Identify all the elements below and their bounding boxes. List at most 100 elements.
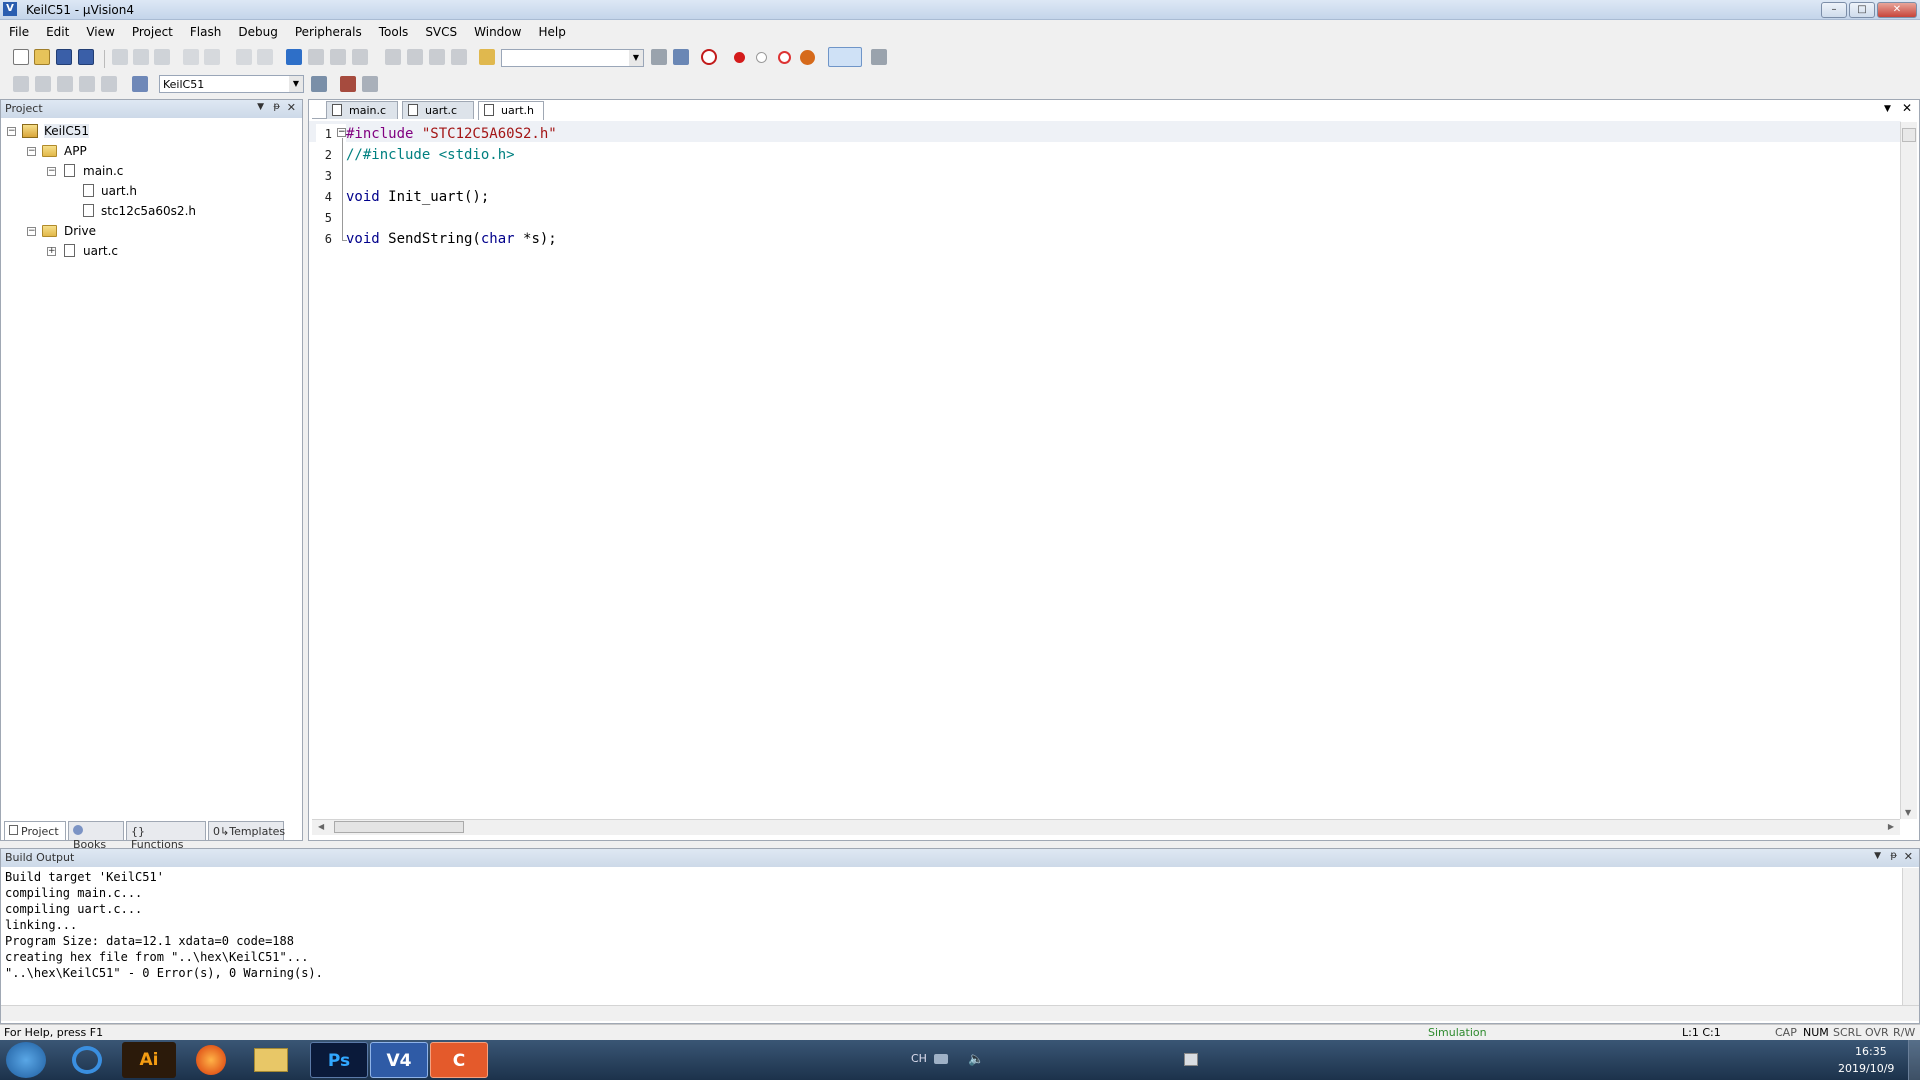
output-horizontal-scrollbar[interactable] — [1, 1005, 1919, 1021]
tab-project[interactable]: Project — [4, 821, 66, 841]
manage-components-icon[interactable] — [340, 76, 356, 92]
close-button[interactable]: ✕ — [1877, 2, 1917, 18]
input-language[interactable]: CH — [911, 1052, 927, 1065]
bookmark-prev-icon[interactable] — [308, 49, 324, 65]
code-line[interactable]: #include "STC12C5A60S2.h" — [346, 126, 557, 142]
fold-icon[interactable]: − — [337, 128, 346, 137]
keyboard-icon[interactable] — [934, 1054, 948, 1064]
scroll-down-icon[interactable]: ▼ — [1905, 808, 1911, 817]
scroll-left-icon[interactable]: ◀ — [318, 822, 324, 831]
close-icon[interactable]: ✕ — [287, 101, 296, 114]
firefox-icon[interactable] — [196, 1045, 226, 1075]
build-icon[interactable] — [35, 76, 51, 92]
maximize-button[interactable]: □ — [1849, 2, 1875, 18]
copy-icon[interactable] — [133, 49, 149, 65]
pane-menu-icon[interactable]: ▼ — [257, 102, 264, 112]
collapse-icon[interactable]: − — [7, 127, 16, 136]
code-line[interactable]: void SendString(char *s); — [346, 231, 557, 247]
menu-tools[interactable]: Tools — [370, 22, 417, 39]
bookmark-icon[interactable] — [286, 49, 302, 65]
menu-svcs[interactable]: SVCS — [416, 22, 465, 39]
pane-menu-icon[interactable]: ▼ — [1874, 851, 1881, 861]
rebuild-icon[interactable] — [57, 76, 73, 92]
bookmark-next-icon[interactable] — [330, 49, 346, 65]
select-packs-icon[interactable] — [362, 76, 378, 92]
file-explorer-icon[interactable] — [254, 1048, 288, 1072]
pin-icon[interactable]: ᵽ — [273, 101, 280, 112]
menu-window[interactable]: Window — [465, 22, 529, 39]
uncomment-icon[interactable] — [451, 49, 467, 65]
incremental-find-icon[interactable] — [673, 49, 689, 65]
illustrator-app-button[interactable]: Ai — [122, 1042, 176, 1078]
close-icon[interactable]: ✕ — [1904, 850, 1913, 863]
output-vertical-scrollbar[interactable] — [1902, 868, 1919, 1005]
tab-functions[interactable]: {} Functions — [126, 821, 206, 851]
ie-browser-icon[interactable] — [72, 1046, 102, 1074]
collapse-icon[interactable]: − — [27, 227, 36, 236]
collapse-icon[interactable]: − — [47, 167, 56, 176]
download-icon[interactable] — [132, 76, 148, 92]
collapse-icon[interactable]: − — [27, 147, 36, 156]
editor-vertical-scrollbar[interactable]: ▼ — [1900, 122, 1917, 819]
tab-uart-c[interactable]: uart.c — [402, 101, 474, 119]
batch-build-icon[interactable] — [79, 76, 95, 92]
save-all-icon[interactable] — [78, 49, 94, 65]
code-line[interactable]: void Init_uart(); — [346, 189, 489, 205]
nav-forward-icon[interactable] — [257, 49, 273, 65]
breakpoint-disable-icon[interactable] — [756, 52, 767, 63]
menu-flash[interactable]: Flash — [181, 22, 229, 39]
tab-uart-h[interactable]: uart.h — [478, 101, 544, 120]
paste-icon[interactable] — [154, 49, 170, 65]
target-select[interactable]: KeilC51 ▼ — [159, 75, 304, 93]
menu-project[interactable]: Project — [123, 22, 181, 39]
code-line[interactable]: //#include <stdio.h> — [346, 147, 515, 163]
menu-peripherals[interactable]: Peripherals — [286, 22, 370, 39]
camtasia-app-button[interactable]: C — [430, 1042, 488, 1078]
breakpoint-kill-all-icon[interactable] — [800, 50, 815, 65]
network-error-icon[interactable] — [1184, 1053, 1198, 1066]
tray-time[interactable]: 16:35 — [1855, 1045, 1887, 1058]
find-in-files-icon[interactable] — [479, 49, 495, 65]
translate-icon[interactable] — [13, 76, 29, 92]
configure-icon[interactable] — [871, 49, 887, 65]
stop-build-icon[interactable] — [101, 76, 117, 92]
expand-icon[interactable]: + — [47, 247, 56, 256]
scroll-thumb[interactable] — [334, 821, 464, 833]
minimize-button[interactable]: – — [1821, 2, 1847, 18]
menu-debug[interactable]: Debug — [229, 22, 285, 39]
pin-icon[interactable]: ᵽ — [1890, 850, 1897, 861]
scroll-thumb[interactable] — [1902, 128, 1916, 142]
undo-icon[interactable] — [183, 49, 199, 65]
close-editor-icon[interactable]: ✕ — [1902, 101, 1912, 115]
unindent-icon[interactable] — [407, 49, 423, 65]
scroll-right-icon[interactable]: ▶ — [1888, 822, 1894, 831]
keil-uvision-app-button[interactable]: V4 — [370, 1042, 428, 1078]
new-file-icon[interactable] — [13, 49, 29, 65]
breakpoint-disable-all-icon[interactable] — [778, 51, 791, 64]
indent-icon[interactable] — [385, 49, 401, 65]
volume-icon[interactable]: 🔈 — [968, 1052, 984, 1067]
redo-icon[interactable] — [204, 49, 220, 65]
menu-file[interactable]: File — [0, 22, 37, 39]
window-layout-icon[interactable] — [828, 47, 862, 67]
bookmark-clear-icon[interactable] — [352, 49, 368, 65]
tab-templates[interactable]: 0↳Templates — [208, 821, 285, 841]
start-button[interactable] — [6, 1042, 46, 1078]
target-options-icon[interactable] — [311, 76, 327, 92]
find-icon[interactable] — [651, 49, 667, 65]
editor-horizontal-scrollbar[interactable]: ◀ ▶ — [312, 819, 1900, 835]
show-desktop-button[interactable] — [1908, 1040, 1920, 1080]
open-folder-icon[interactable] — [34, 49, 50, 65]
find-combo[interactable]: ▼ — [501, 49, 644, 67]
save-icon[interactable] — [56, 49, 72, 65]
nav-back-icon[interactable] — [236, 49, 252, 65]
menu-help[interactable]: Help — [529, 22, 573, 39]
tab-books[interactable]: Books — [68, 821, 124, 851]
cut-icon[interactable] — [112, 49, 128, 65]
comment-icon[interactable] — [429, 49, 445, 65]
tray-date[interactable]: 2019/10/9 — [1838, 1062, 1894, 1075]
chevron-down-icon[interactable]: ▼ — [289, 76, 303, 92]
menu-view[interactable]: View — [77, 22, 122, 39]
chevron-down-icon[interactable]: ▼ — [629, 50, 643, 66]
menu-edit[interactable]: Edit — [37, 22, 77, 39]
